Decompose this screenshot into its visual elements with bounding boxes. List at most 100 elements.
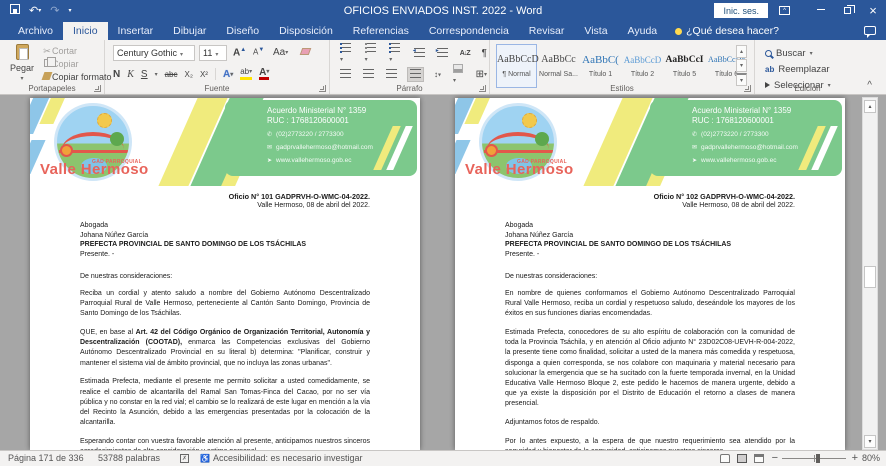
editing-group-label: Edición: [755, 84, 860, 93]
numbering-button[interactable]: ▾: [363, 42, 380, 65]
logo-flower: [60, 144, 73, 157]
styles-dialog-launcher[interactable]: [744, 85, 751, 92]
document-canvas[interactable]: Acuerdo Ministerial N° 1359 RUC : 176812…: [0, 95, 886, 450]
page-indicator[interactable]: Página 171 de 336: [8, 451, 84, 466]
style-gallery-down-icon[interactable]: ▾: [736, 59, 747, 72]
zoom-in-button[interactable]: +: [852, 451, 858, 466]
vertical-scrollbar[interactable]: [862, 97, 878, 450]
copy-button[interactable]: Copiar: [42, 58, 112, 71]
letter-body[interactable]: Oficio N° 101 GADPRVH-O-WMC-04-2022. Val…: [80, 192, 370, 450]
tab-disposicion[interactable]: Disposición: [269, 22, 343, 40]
search-icon: [765, 50, 772, 57]
tab-referencias[interactable]: Referencias: [343, 22, 419, 40]
close-button[interactable]: ×: [860, 0, 886, 22]
font-name-combobox[interactable]: Century Gothic▾: [113, 45, 195, 61]
acuerdo-ministerial: Acuerdo Ministerial N° 1359: [692, 106, 791, 116]
bullets-button[interactable]: ▾: [338, 42, 355, 65]
ribbon-tab-bar: Archivo Inicio Insertar Dibujar Diseño D…: [0, 22, 886, 40]
justify-button[interactable]: [407, 67, 424, 82]
salutation: De nuestras consideraciones:: [505, 273, 795, 280]
read-mode-icon[interactable]: [720, 454, 730, 463]
email-icon: [267, 144, 272, 151]
style-titulo-5[interactable]: AaBbCcITítulo 5: [664, 44, 705, 88]
oficio-date: Valle Hermoso, 08 de abril del 2022.: [505, 201, 795, 210]
superscript-button[interactable]: X²: [200, 70, 208, 79]
clear-formatting-button[interactable]: [301, 47, 310, 58]
multilevel-list-button[interactable]: ▾: [387, 42, 404, 65]
copy-icon: [44, 59, 51, 67]
numbering-icon: [365, 43, 376, 52]
format-painter-button[interactable]: Copiar formato: [42, 71, 112, 84]
print-layout-icon[interactable]: [737, 454, 747, 463]
word-count[interactable]: 53788 palabras: [98, 451, 160, 466]
scroll-up-icon[interactable]: [864, 100, 876, 113]
style-titulo-1[interactable]: AaBbC(Título 1: [580, 44, 621, 88]
zoom-slider-thumb[interactable]: [816, 454, 820, 463]
tell-me-box[interactable]: ¿Qué desea hacer?: [667, 22, 787, 40]
paragraph-dialog-launcher[interactable]: [479, 85, 486, 92]
feedback-comment-icon[interactable]: [864, 26, 876, 35]
tab-archivo[interactable]: Archivo: [8, 22, 63, 40]
style-normal[interactable]: AaBbCcD¶ Normal: [496, 44, 537, 88]
minimize-button[interactable]: [808, 0, 834, 22]
document-page-right[interactable]: Acuerdo Ministerial N° 1359 RUC : 176812…: [455, 98, 845, 450]
tab-insertar[interactable]: Insertar: [108, 22, 164, 40]
show-paragraph-marks-button[interactable]: ¶: [480, 47, 489, 60]
tab-diseno[interactable]: Diseño: [216, 22, 269, 40]
change-case-button[interactable]: Aa▾: [273, 47, 288, 58]
sort-button[interactable]: A↓Z: [458, 49, 472, 58]
find-button[interactable]: Buscar▾: [765, 46, 813, 60]
tab-inicio[interactable]: Inicio: [63, 22, 108, 40]
zoom-out-button[interactable]: −: [772, 451, 778, 466]
grow-font-button[interactable]: A▲: [233, 47, 246, 58]
web-layout-icon[interactable]: [754, 454, 764, 463]
font-size-combobox[interactable]: 11▾: [199, 45, 227, 61]
zoom-level[interactable]: 80%: [862, 451, 880, 466]
font-dialog-launcher[interactable]: [319, 85, 326, 92]
italic-button[interactable]: K: [127, 69, 134, 80]
tab-revisar[interactable]: Revisar: [519, 22, 575, 40]
font-color-button[interactable]: A▾: [259, 68, 269, 80]
document-page-left[interactable]: Acuerdo Ministerial N° 1359 RUC : 176812…: [30, 98, 420, 450]
accessibility-checker[interactable]: Accesibilidad: es necesario investigar: [200, 451, 363, 466]
style-normal-sa[interactable]: AaBbCcNormal Sa...: [538, 44, 579, 88]
decrease-indent-icon: [414, 48, 425, 57]
shrink-font-button[interactable]: A▼: [253, 47, 264, 57]
collapse-ribbon-icon[interactable]: ^: [867, 80, 872, 91]
underline-button[interactable]: S: [141, 69, 148, 80]
increase-indent-button[interactable]: [435, 47, 450, 60]
tab-vista[interactable]: Vista: [574, 22, 617, 40]
decrease-indent-button[interactable]: [412, 47, 427, 60]
bold-button[interactable]: N: [113, 69, 120, 80]
paste-button[interactable]: Pegar ▾: [7, 44, 37, 88]
style-gallery-up-icon[interactable]: ▴: [736, 45, 747, 58]
restore-button[interactable]: [834, 0, 860, 22]
clipboard-dialog-launcher[interactable]: [94, 85, 101, 92]
shading-icon: [453, 64, 463, 73]
align-center-button[interactable]: [361, 68, 376, 81]
strikethrough-button[interactable]: abc: [165, 70, 178, 79]
style-titulo-2[interactable]: AaBbCcDTítulo 2: [622, 44, 663, 88]
scroll-down-icon[interactable]: [864, 435, 876, 448]
tab-ayuda[interactable]: Ayuda: [618, 22, 668, 40]
align-right-button[interactable]: [384, 68, 399, 81]
align-center-icon: [363, 69, 374, 78]
proofing-errors-icon[interactable]: ✗: [180, 454, 189, 463]
phone-number: (02)2773220 / 2773300: [276, 131, 344, 138]
sign-in-button[interactable]: Inic. ses.: [714, 3, 768, 18]
subscript-button[interactable]: X₂: [185, 70, 193, 79]
align-left-button[interactable]: [338, 68, 353, 81]
scrollbar-thumb[interactable]: [864, 266, 876, 288]
letter-body[interactable]: Oficio N° 102 GADPRVH-O-WMC-04-2022. Val…: [505, 192, 795, 450]
logo-flower: [485, 144, 498, 157]
highlight-color-button[interactable]: ab▾: [240, 68, 252, 79]
tab-dibujar[interactable]: Dibujar: [163, 22, 216, 40]
replace-button[interactable]: abReemplazar: [765, 62, 830, 76]
ribbon-display-options-icon[interactable]: ^: [779, 6, 790, 15]
borders-button[interactable]: ⊞▾: [474, 68, 489, 81]
ribbon: Pegar ▾ Cortar Copiar Copiar formato Por…: [0, 40, 886, 95]
shading-button[interactable]: ▾: [451, 63, 466, 86]
tab-correspondencia[interactable]: Correspondencia: [419, 22, 519, 40]
line-spacing-button[interactable]: ↕▾: [432, 69, 443, 80]
text-effects-button[interactable]: A▾: [223, 69, 233, 80]
